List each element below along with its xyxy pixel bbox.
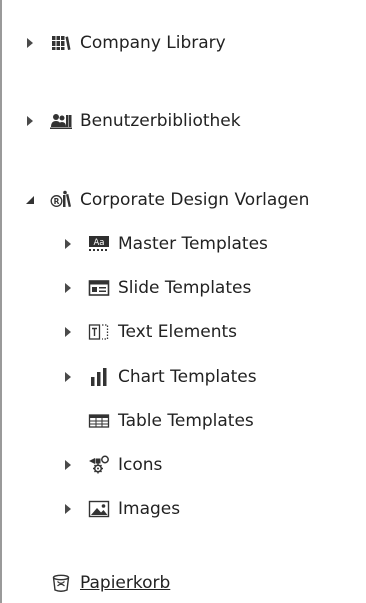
tree-item-slide-templates[interactable]: Slide Templates — [62, 273, 251, 303]
tree-item-table-templates[interactable]: Table Templates — [62, 406, 254, 436]
arrow-spacer — [62, 415, 74, 427]
table-icon — [88, 410, 110, 432]
expand-arrow-icon[interactable] — [62, 503, 74, 515]
expand-arrow-icon[interactable] — [62, 371, 74, 383]
expand-arrow-icon[interactable] — [62, 459, 74, 471]
tree-item-label: Benutzerbibliothek — [80, 111, 241, 131]
tree-item-chart-templates[interactable]: Chart Templates — [62, 362, 257, 392]
expand-arrow-icon[interactable] — [24, 115, 36, 127]
users-library-icon — [50, 110, 72, 132]
bar-chart-icon — [88, 366, 110, 388]
expand-arrow-icon[interactable] — [62, 238, 74, 250]
tree-item-label: Table Templates — [118, 411, 254, 431]
tree-item-label: Images — [118, 499, 181, 519]
tree-item-label: Text Elements — [118, 322, 238, 342]
slide-template-icon — [88, 277, 110, 299]
icons-icon — [88, 454, 110, 476]
expand-arrow-icon[interactable] — [62, 326, 74, 338]
tree-item-icons[interactable]: Icons — [62, 450, 162, 480]
tree-item-corporate-design-vorlagen[interactable]: R Corporate Design Vorlagen — [24, 185, 309, 215]
corporate-design-icon: R — [50, 189, 72, 211]
panel-left-border — [0, 0, 2, 603]
collapse-arrow-icon[interactable] — [24, 194, 36, 206]
tree-item-label: Corporate Design Vorlagen — [80, 190, 310, 210]
text-elements-icon — [88, 321, 110, 343]
trash-icon — [50, 572, 72, 594]
tree-item-label: Company Library — [80, 33, 226, 53]
tree-item-company-library[interactable]: Company Library — [24, 28, 226, 58]
tree-item-text-elements[interactable]: Text Elements — [62, 317, 237, 347]
books-icon — [50, 32, 72, 54]
image-icon — [88, 498, 110, 520]
tree-item-label: Chart Templates — [118, 367, 257, 387]
trash-link[interactable]: Papierkorb — [50, 568, 170, 598]
expand-arrow-icon[interactable] — [62, 282, 74, 294]
expand-arrow-icon[interactable] — [24, 37, 36, 49]
tree-item-label: Slide Templates — [118, 278, 252, 298]
svg-text:R: R — [54, 197, 60, 206]
tree-item-label: Icons — [118, 455, 163, 475]
trash-label[interactable]: Papierkorb — [80, 572, 170, 594]
tree-item-images[interactable]: Images — [62, 494, 180, 524]
master-template-icon: Aa — [88, 233, 110, 255]
tree-item-benutzerbibliothek[interactable]: Benutzerbibliothek — [24, 106, 241, 136]
svg-text:Aa: Aa — [93, 238, 104, 248]
tree-item-master-templates[interactable]: Aa Master Templates — [62, 229, 268, 259]
tree-item-label: Master Templates — [118, 234, 268, 254]
